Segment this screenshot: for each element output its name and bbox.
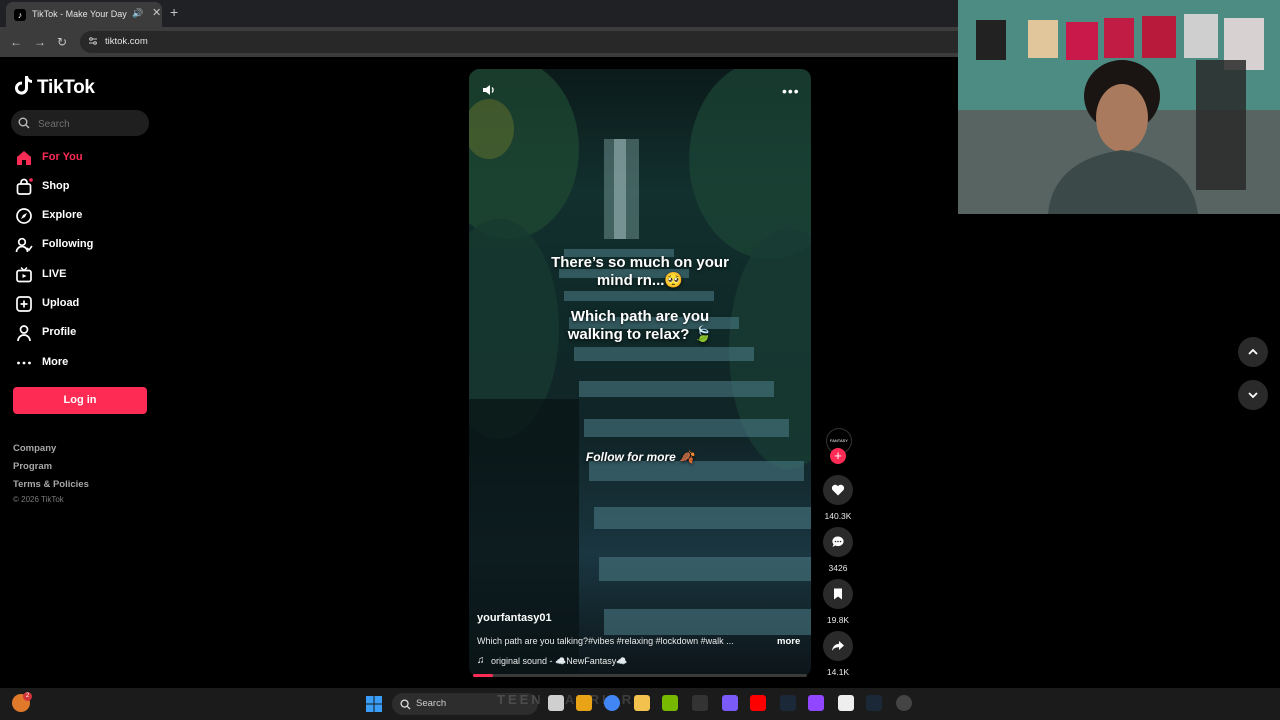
- epic-games-icon[interactable]: [692, 695, 708, 711]
- comment-button[interactable]: [823, 527, 853, 557]
- url-text: tiktok.com: [105, 36, 148, 47]
- video-caption-line: Which path are you: [570, 308, 710, 325]
- description-more-button[interactable]: more: [777, 636, 800, 647]
- comment-icon: [832, 536, 844, 547]
- nav-label: LIVE: [42, 268, 67, 280]
- file-explorer-icon[interactable]: [634, 695, 650, 711]
- chrome-icon[interactable]: [604, 695, 620, 711]
- volume-icon[interactable]: [481, 82, 497, 98]
- chevron-down-icon: [1248, 392, 1258, 399]
- video-player[interactable]: [469, 69, 811, 677]
- video-description: Which path are you talking?#vibes #relax…: [477, 636, 734, 646]
- compass-icon: [16, 208, 32, 224]
- login-button[interactable]: Log in: [13, 387, 147, 414]
- nav-item-upload[interactable]: Upload: [15, 293, 155, 315]
- nvidia-icon[interactable]: [662, 695, 678, 711]
- chevron-up-icon: [1248, 348, 1258, 355]
- follow-caption: Follow for more 🍂: [585, 450, 695, 464]
- search-icon: [18, 117, 30, 129]
- bookmark-icon: [834, 588, 842, 600]
- tab-title: TikTok - Make Your Day: [32, 9, 127, 19]
- search-icon: [400, 699, 411, 710]
- close-tab-icon[interactable]: ✕: [152, 7, 161, 19]
- search-input[interactable]: [36, 115, 145, 133]
- footer-link-company[interactable]: Company: [13, 443, 56, 454]
- nav-item-for-you[interactable]: For You: [15, 147, 155, 169]
- nav-item-live[interactable]: LIVE: [15, 264, 155, 286]
- video-caption-line: mind rn...🥺: [596, 272, 684, 289]
- progress-fill: [473, 674, 494, 677]
- nav-label: Explore: [42, 209, 83, 221]
- task-view-icon[interactable]: [548, 695, 564, 711]
- like-count: 140.3K: [824, 511, 852, 521]
- video-progress-bar[interactable]: [473, 674, 807, 677]
- heart-icon: [831, 484, 845, 496]
- upload-icon: [16, 296, 32, 312]
- nav-item-explore[interactable]: Explore: [15, 205, 155, 227]
- address-bar[interactable]: tiktok.com: [80, 31, 958, 53]
- video-author[interactable]: yourfantasy01: [477, 612, 552, 624]
- windows-start-icon[interactable]: [366, 696, 382, 712]
- nav-label: Upload: [42, 297, 80, 309]
- bookmark-count: 19.8K: [826, 615, 850, 625]
- home-icon: [17, 151, 31, 165]
- copyright-text: © 2026 TikTok: [13, 495, 64, 504]
- nav-item-profile[interactable]: Profile: [15, 322, 155, 344]
- webcam-feed-image: [958, 0, 1280, 214]
- like-button[interactable]: [823, 475, 853, 505]
- nav-label: Shop: [42, 180, 70, 192]
- tiktok-logo-icon: [15, 76, 32, 95]
- footer-link-terms[interactable]: Terms & Policies: [13, 479, 89, 490]
- share-icon: [832, 641, 844, 651]
- new-tab-button[interactable]: +: [170, 4, 178, 20]
- steam-icon[interactable]: [866, 695, 882, 711]
- video-caption-line: There’s so much on your: [551, 254, 729, 271]
- search-box[interactable]: [11, 110, 149, 136]
- nav-item-following[interactable]: Following: [15, 234, 155, 256]
- obs-icon[interactable]: [896, 695, 912, 711]
- site-settings-icon[interactable]: [88, 36, 98, 46]
- following-icon: [15, 237, 33, 253]
- nav-label: For You: [42, 151, 83, 163]
- nav-label: More: [42, 356, 69, 368]
- youtube-icon[interactable]: [750, 695, 766, 711]
- back-icon[interactable]: ←: [10, 35, 22, 49]
- footer-link-program[interactable]: Program: [13, 461, 52, 472]
- video-options-icon[interactable]: •••: [782, 84, 800, 98]
- reload-icon[interactable]: ↻: [57, 35, 67, 49]
- nav-label: Profile: [42, 326, 77, 338]
- share-count: 14.1K: [826, 667, 850, 677]
- twitch-icon[interactable]: [808, 695, 824, 711]
- browser-tab[interactable]: ♪ TikTok - Make Your Day 🔊 ✕: [6, 2, 162, 27]
- shop-icon: [16, 178, 33, 195]
- taskbar-search-label: Search: [416, 698, 447, 709]
- forward-icon[interactable]: →: [34, 35, 46, 49]
- follow-plus-icon[interactable]: +: [830, 448, 846, 464]
- share-button[interactable]: [823, 631, 853, 661]
- webcam-overlay: [958, 0, 1280, 214]
- rockstar-icon[interactable]: [576, 695, 592, 711]
- logo-wordmark: TikTok: [37, 77, 95, 98]
- nav-item-more[interactable]: More: [15, 352, 155, 374]
- comment-count: 3426: [828, 563, 848, 573]
- next-video-button[interactable]: [1238, 380, 1268, 410]
- tiktok-favicon-icon: ♪: [14, 9, 26, 21]
- steam-icon[interactable]: [780, 695, 796, 711]
- previous-video-button[interactable]: [1238, 337, 1268, 367]
- stream-overlay-text: TEEN WARRIORS: [497, 692, 646, 707]
- more-icon: [17, 361, 31, 365]
- live-icon: [16, 266, 32, 283]
- nav-label: Following: [42, 238, 94, 250]
- nav-item-shop[interactable]: Shop: [15, 176, 155, 198]
- profile-icon: [17, 325, 31, 342]
- sound-name[interactable]: original sound - ☁️NewFantasy☁️: [491, 656, 627, 667]
- speaker-icon[interactable]: 🔊: [132, 8, 143, 19]
- app-icon[interactable]: [838, 695, 854, 711]
- controller-icon[interactable]: [722, 695, 738, 711]
- video-caption-line: walking to relax? 🍃: [567, 326, 713, 343]
- bookmark-button[interactable]: [823, 579, 853, 609]
- video-frame-forest-staircase: [469, 69, 811, 677]
- notification-badge: 2: [23, 692, 32, 701]
- music-note-icon: ♫: [477, 655, 485, 666]
